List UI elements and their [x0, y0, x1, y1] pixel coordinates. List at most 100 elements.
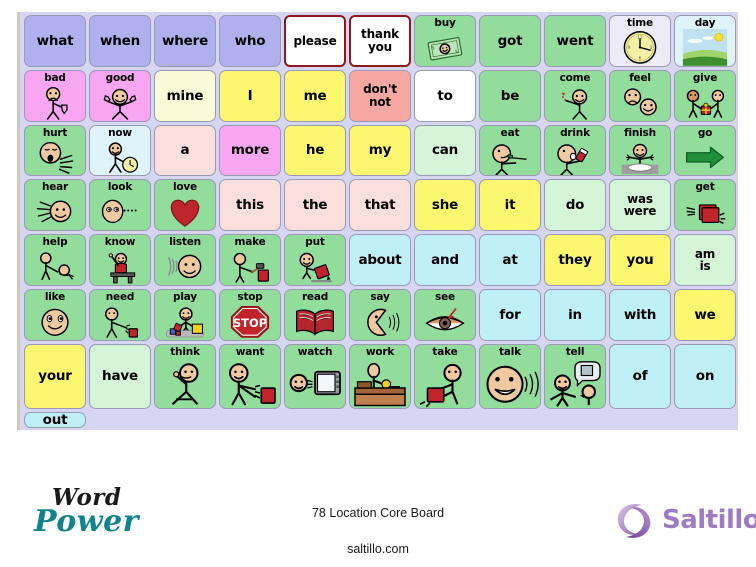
board-cell-think[interactable]: think: [154, 343, 216, 409]
board-cell-to[interactable]: to: [414, 69, 476, 122]
board-cell-am-is[interactable]: am is: [674, 234, 736, 286]
board-cell-tell[interactable]: tell: [544, 343, 606, 409]
board-cell-look[interactable]: look: [89, 179, 151, 232]
put-box-icon: [285, 248, 345, 285]
board-cell-that[interactable]: that: [349, 179, 411, 232]
board-cell-my[interactable]: my: [349, 124, 411, 177]
cell-label: she: [431, 197, 459, 214]
cell-label: it: [504, 197, 516, 214]
board-cell-where[interactable]: where: [154, 15, 216, 67]
board-cell-hurt[interactable]: hurt: [24, 124, 86, 177]
board-cell-out[interactable]: out: [24, 411, 86, 428]
board-cell-he[interactable]: he: [284, 124, 346, 177]
board-cell-like[interactable]: like: [24, 289, 86, 341]
board-cell-good[interactable]: good: [89, 69, 151, 122]
board-cell-watch[interactable]: watch: [284, 343, 346, 409]
board-cell-the[interactable]: the: [284, 179, 346, 232]
board-cell-you[interactable]: you: [609, 234, 671, 286]
board-cell-day[interactable]: day: [674, 15, 736, 67]
cell-label: was were: [623, 191, 657, 219]
board-cell-give[interactable]: give: [674, 69, 736, 122]
cell-label: and: [431, 252, 459, 269]
board-cell-please[interactable]: please: [284, 15, 346, 67]
board-cell-in[interactable]: in: [544, 289, 606, 341]
board-cell-put[interactable]: put: [284, 234, 346, 286]
cell-label: come: [559, 71, 591, 84]
cell-label: eat: [500, 126, 520, 139]
board-cell-and[interactable]: and: [414, 234, 476, 286]
board-cell-come[interactable]: come: [544, 69, 606, 122]
board-cell-we[interactable]: we: [674, 289, 736, 341]
board-cell-when[interactable]: when: [89, 15, 151, 67]
work-desk-icon: [350, 358, 410, 408]
board-cell-stop[interactable]: stop STOP: [219, 289, 281, 341]
board-cell-now[interactable]: now: [89, 124, 151, 177]
board-cell-don-t-not[interactable]: don't not: [349, 69, 411, 122]
board-cell-read[interactable]: read: [284, 289, 346, 341]
board-cell-eat[interactable]: eat: [479, 124, 541, 177]
board-cell-your[interactable]: your: [24, 343, 86, 409]
board-cell-it[interactable]: it: [479, 179, 541, 232]
board-cell-take[interactable]: take: [414, 343, 476, 409]
board-cell-she[interactable]: she: [414, 179, 476, 232]
board-cell-see[interactable]: see: [414, 289, 476, 341]
board-cell-on[interactable]: on: [674, 343, 736, 409]
board-cell-listen[interactable]: listen: [154, 234, 216, 286]
cell-label: be: [500, 87, 520, 104]
cell-label: I: [247, 87, 253, 104]
board-cell-do[interactable]: do: [544, 179, 606, 232]
board-cell-i[interactable]: I: [219, 69, 281, 122]
cell-label: stop: [237, 291, 263, 303]
money-icon: $ $: [415, 29, 475, 66]
board-cell-want[interactable]: want: [219, 343, 281, 409]
board-cell-about[interactable]: about: [349, 234, 411, 286]
board-cell-for[interactable]: for: [479, 289, 541, 341]
board-cell-make[interactable]: make: [219, 234, 281, 286]
board-cell-finish[interactable]: finish: [609, 124, 671, 177]
board-footer: Word Power 78 Location Core Board saltil…: [0, 430, 756, 567]
help-people-icon: [25, 248, 85, 285]
board-cell-work[interactable]: work: [349, 343, 411, 409]
board-cell-more[interactable]: more: [219, 124, 281, 177]
board-cell-feel[interactable]: feel: [609, 69, 671, 122]
board-cell-know[interactable]: know: [89, 234, 151, 286]
board-cell-me[interactable]: me: [284, 69, 346, 122]
cell-label: your: [38, 368, 72, 385]
board-cell-time[interactable]: time 12 3 6 9: [609, 15, 671, 67]
board-cell-talk[interactable]: talk: [479, 343, 541, 409]
board-cell-thank-you[interactable]: thank you: [349, 15, 411, 67]
board-cell-of[interactable]: of: [609, 343, 671, 409]
board-cell-hear[interactable]: hear: [24, 179, 86, 232]
board-cell-can[interactable]: can: [414, 124, 476, 177]
board-cell-bad[interactable]: bad: [24, 69, 86, 122]
board-cell-at[interactable]: at: [479, 234, 541, 286]
cell-label: have: [102, 368, 138, 385]
board-cell-say[interactable]: say: [349, 289, 411, 341]
board-cell-go[interactable]: go: [674, 124, 736, 177]
board-cell-buy[interactable]: buy $ $: [414, 15, 476, 67]
board-cell-get[interactable]: get: [674, 179, 736, 232]
board-cell-drink[interactable]: drink: [544, 124, 606, 177]
cell-label: watch: [297, 345, 333, 358]
board-cell-mine[interactable]: mine: [154, 69, 216, 122]
need-person-box-icon: [90, 303, 150, 340]
board-cell-have[interactable]: have: [89, 343, 151, 409]
board-cell-love[interactable]: love: [154, 179, 216, 232]
board-cell-be[interactable]: be: [479, 69, 541, 122]
play-blocks-icon: [155, 303, 215, 340]
board-cell-with[interactable]: with: [609, 289, 671, 341]
want-person-box-icon: [220, 358, 280, 408]
board-cell-was-were[interactable]: was were: [609, 179, 671, 232]
board-cell-a[interactable]: a: [154, 124, 216, 177]
board-cell-what[interactable]: what: [24, 15, 86, 67]
board-cell-went[interactable]: went: [544, 15, 606, 67]
board-cell-play[interactable]: play: [154, 289, 216, 341]
hear-ear-icon: [25, 193, 85, 230]
board-cell-they[interactable]: they: [544, 234, 606, 286]
board-cell-help[interactable]: help: [24, 234, 86, 286]
board-cell-this[interactable]: this: [219, 179, 281, 232]
board-cell-got[interactable]: got: [479, 15, 541, 67]
board-cell-need[interactable]: need: [89, 289, 151, 341]
cell-label: give: [692, 71, 718, 84]
board-cell-who[interactable]: who: [219, 15, 281, 67]
